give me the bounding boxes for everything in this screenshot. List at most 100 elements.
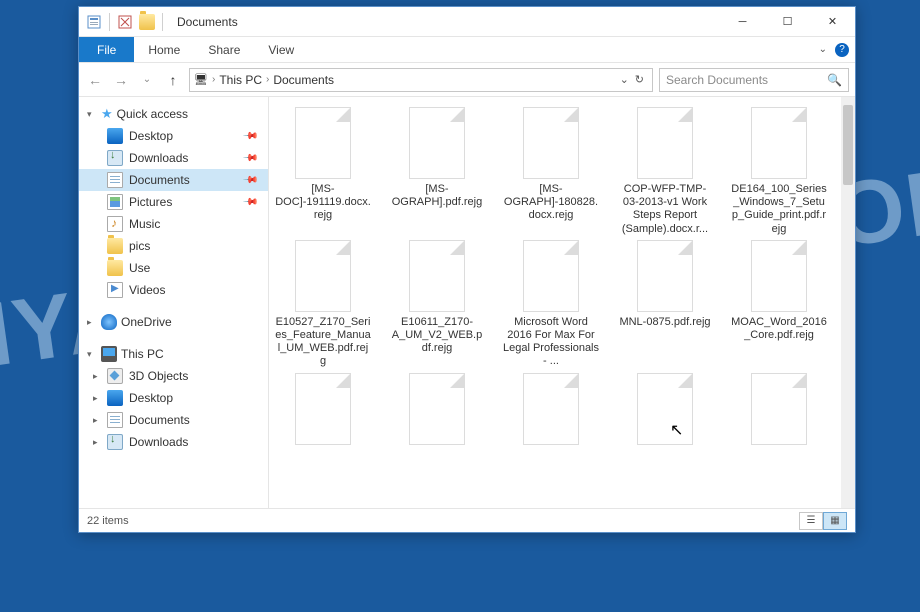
close-button[interactable]: ✕	[810, 7, 855, 37]
view-details-button[interactable]: ☰	[799, 512, 823, 530]
search-input[interactable]: Search Documents 🔍	[659, 68, 849, 92]
file-thumb-icon	[637, 373, 693, 445]
file-item[interactable]	[275, 373, 371, 449]
this-pc-icon	[101, 346, 117, 362]
onedrive-icon	[101, 314, 117, 330]
sidebar-item-pc-downloads[interactable]: ▸Downloads	[79, 431, 268, 453]
nav-recent-dropdown[interactable]: ⌄	[137, 70, 157, 90]
sidebar-item-pictures[interactable]: Pictures📌	[79, 191, 268, 213]
search-placeholder: Search Documents	[666, 73, 768, 87]
minimize-button[interactable]: ─	[720, 7, 765, 37]
file-thumb-icon	[751, 373, 807, 445]
file-item[interactable]: MOAC_Word_2016_Core.pdf.rejg	[731, 240, 827, 369]
pin-icon: 📌	[241, 128, 258, 145]
address-dropdown-icon[interactable]: ⌄	[620, 73, 629, 86]
onedrive-header[interactable]: ▸ OneDrive	[79, 311, 268, 333]
file-name-label: MOAC_Word_2016_Core.pdf.rejg	[731, 316, 827, 342]
title-bar: Documents ─ ☐ ✕	[79, 7, 855, 37]
sidebar-item-documents[interactable]: Documents📌	[79, 169, 268, 191]
file-name-label: [MS-OGRAPH]-180828.docx.rejg	[503, 183, 599, 223]
folder-icon	[107, 238, 123, 254]
file-name-label: [MS-DOC]-191119.docx.rejg	[275, 183, 371, 223]
tab-share[interactable]: Share	[194, 37, 254, 62]
sidebar-item-use[interactable]: Use	[79, 257, 268, 279]
nav-back-button[interactable]: ←	[85, 70, 105, 90]
tree-onedrive: ▸ OneDrive	[79, 311, 268, 333]
help-icon[interactable]: ?	[835, 43, 849, 57]
tab-home[interactable]: Home	[134, 37, 194, 62]
sidebar-item-music[interactable]: Music	[79, 213, 268, 235]
file-item[interactable]: [MS-OGRAPH]-180828.docx.rejg	[503, 107, 599, 236]
pin-icon: 📌	[241, 150, 258, 167]
file-item[interactable]: [MS-OGRAPH].pdf.rejg	[389, 107, 485, 236]
file-thumb-icon	[637, 107, 693, 179]
file-thumb-icon	[523, 107, 579, 179]
file-tab[interactable]: File	[79, 37, 134, 62]
address-bar: ← → ⌄ ↑ 🖥 › This PC › Documents ⌄ ↻ Sear…	[79, 63, 855, 97]
vertical-scrollbar[interactable]	[841, 97, 855, 508]
downloads-icon	[107, 150, 123, 166]
nav-up-button[interactable]: ↑	[163, 70, 183, 90]
qat-separator	[109, 13, 110, 31]
file-item[interactable]: Microsoft Word 2016 For Max For Legal Pr…	[503, 240, 599, 369]
breadcrumb-sep: ›	[266, 74, 269, 85]
file-item[interactable]: MNL-0875.pdf.rejg	[617, 240, 713, 369]
file-item[interactable]	[731, 373, 827, 449]
file-grid[interactable]: [MS-DOC]-191119.docx.rejg [MS-OGRAPH].pdf…	[269, 97, 841, 508]
sidebar-item-3d-objects[interactable]: ▸3D Objects	[79, 365, 268, 387]
sidebar-item-downloads[interactable]: Downloads📌	[79, 147, 268, 169]
search-icon[interactable]: 🔍	[827, 73, 842, 87]
this-pc-header[interactable]: ▾ This PC	[79, 343, 268, 365]
file-thumb-icon	[523, 240, 579, 312]
navigation-pane: ▾ ★ Quick access Desktop📌 Downloads📌 Doc…	[79, 97, 269, 508]
file-name-label: COP-WFP-TMP-03-2013-v1 Work Steps Report…	[617, 183, 713, 236]
documents-icon	[107, 172, 123, 188]
sidebar-item-desktop[interactable]: Desktop📌	[79, 125, 268, 147]
caret-down-icon: ▾	[87, 109, 97, 120]
quick-access-header[interactable]: ▾ ★ Quick access	[79, 103, 268, 125]
videos-icon	[107, 282, 123, 298]
pin-icon: 📌	[241, 194, 258, 211]
file-thumb-icon	[409, 240, 465, 312]
desktop-icon	[107, 128, 123, 144]
address-field[interactable]: 🖥 › This PC › Documents ⌄ ↻	[189, 68, 653, 92]
file-thumb-icon	[751, 107, 807, 179]
file-item[interactable]	[617, 373, 713, 449]
sidebar-item-pc-desktop[interactable]: ▸Desktop	[79, 387, 268, 409]
file-name-label: Microsoft Word 2016 For Max For Legal Pr…	[503, 316, 599, 369]
tab-view[interactable]: View	[254, 37, 308, 62]
file-item[interactable]: E10527_Z170_Series_Feature_Manual_UM_WEB…	[275, 240, 371, 369]
breadcrumb-this-pc[interactable]: This PC	[219, 73, 262, 87]
qat-new-folder-icon[interactable]	[116, 13, 134, 31]
file-name-label: [MS-OGRAPH].pdf.rejg	[389, 183, 485, 209]
maximize-button[interactable]: ☐	[765, 7, 810, 37]
downloads-icon	[107, 434, 123, 450]
window-title: Documents	[171, 15, 238, 29]
ribbon-tabs: File Home Share View ⌄ ?	[79, 37, 855, 63]
file-item[interactable]	[503, 373, 599, 449]
view-large-icons-button[interactable]: ▦	[823, 512, 847, 530]
file-thumb-icon	[637, 240, 693, 312]
file-item[interactable]: [MS-DOC]-191119.docx.rejg	[275, 107, 371, 236]
ribbon-expand-icon[interactable]: ⌄	[819, 44, 827, 55]
file-item[interactable]: DE164_100_Series_Windows_7_Setup_Guide_p…	[731, 107, 827, 236]
onedrive-label: OneDrive	[121, 315, 172, 329]
qat-folder-icon[interactable]	[138, 13, 156, 31]
file-item[interactable]: E10611_Z170-A_UM_V2_WEB.pdf.rejg	[389, 240, 485, 369]
scrollbar-thumb[interactable]	[843, 105, 853, 185]
breadcrumb-documents[interactable]: Documents	[273, 73, 334, 87]
sidebar-item-pc-documents[interactable]: ▸Documents	[79, 409, 268, 431]
caret-down-icon: ▾	[87, 349, 97, 360]
nav-forward-button[interactable]: →	[111, 70, 131, 90]
sidebar-item-pics[interactable]: pics	[79, 235, 268, 257]
file-item[interactable]	[389, 373, 485, 449]
file-name-label: E10611_Z170-A_UM_V2_WEB.pdf.rejg	[389, 316, 485, 356]
sidebar-item-videos[interactable]: Videos	[79, 279, 268, 301]
file-thumb-icon	[523, 373, 579, 445]
explorer-window: Documents ─ ☐ ✕ File Home Share View ⌄ ?…	[78, 6, 856, 533]
qat-properties-icon[interactable]	[85, 13, 103, 31]
file-thumb-icon	[409, 107, 465, 179]
file-thumb-icon	[409, 373, 465, 445]
refresh-icon[interactable]: ↻	[635, 73, 644, 86]
file-item[interactable]: COP-WFP-TMP-03-2013-v1 Work Steps Report…	[617, 107, 713, 236]
